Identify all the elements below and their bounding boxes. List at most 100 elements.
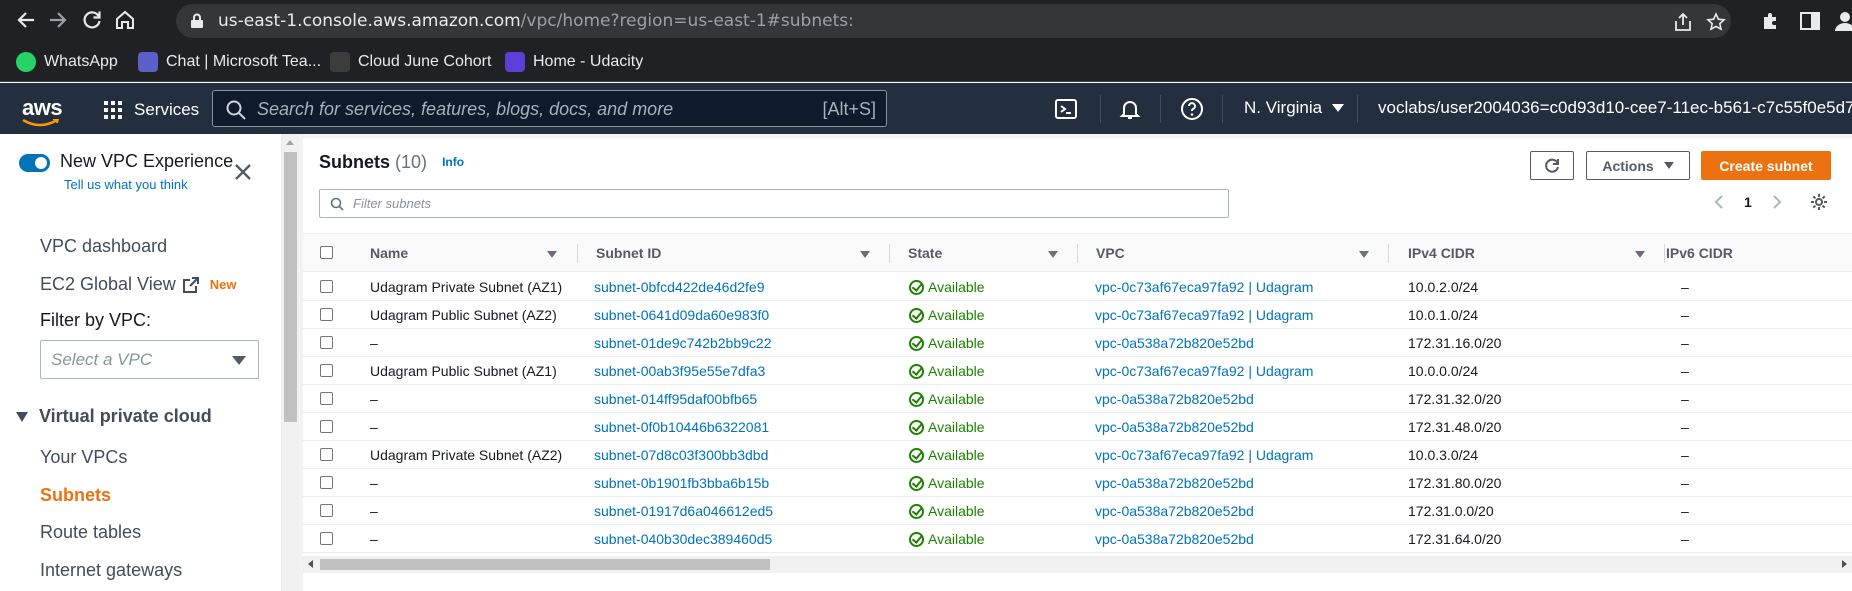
- cell-vpc-link[interactable]: vpc-0a538a72b820e52bd: [1095, 419, 1254, 435]
- cell-subnet-id-link[interactable]: subnet-01de9c742b2bb9c22: [594, 335, 772, 351]
- cell-subnet-id-link[interactable]: subnet-0bfcd422de46d2fe9: [594, 279, 764, 295]
- row-checkbox[interactable]: [320, 364, 333, 377]
- refresh-button[interactable]: [1530, 151, 1574, 180]
- column-header-ipv4-cidr[interactable]: IPv4 CIDR: [1408, 245, 1475, 261]
- home-icon[interactable]: [113, 9, 137, 33]
- column-separator[interactable]: [889, 244, 890, 263]
- table-row[interactable]: Udagram Public Subnet (AZ1) subnet-00ab3…: [303, 357, 1852, 385]
- cell-vpc-link[interactable]: vpc-0c73af67eca97fa92 | Udagram: [1095, 307, 1313, 323]
- table-row[interactable]: Udagram Private Subnet (AZ1) subnet-0bfc…: [303, 273, 1852, 301]
- table-row[interactable]: – subnet-01917d6a046612ed5 Available vpc…: [303, 497, 1852, 525]
- sort-caret-icon[interactable]: [1048, 251, 1058, 258]
- bookmark-whatsapp[interactable]: WhatsApp: [16, 51, 118, 73]
- table-horizontal-scrollbar[interactable]: [303, 556, 1852, 573]
- row-checkbox[interactable]: [320, 280, 333, 293]
- cell-vpc-link[interactable]: vpc-0c73af67eca97fa92 | Udagram: [1095, 363, 1313, 379]
- address-bar[interactable]: us-east-1.console.aws.amazon.com/vpc/hom…: [176, 4, 1731, 38]
- services-menu-button[interactable]: Services: [104, 98, 199, 122]
- scrollbar-thumb[interactable]: [284, 152, 297, 422]
- row-checkbox[interactable]: [320, 448, 333, 461]
- row-checkbox[interactable]: [320, 336, 333, 349]
- column-header-vpc[interactable]: VPC: [1096, 245, 1125, 261]
- sort-caret-icon[interactable]: [1359, 251, 1369, 258]
- row-checkbox[interactable]: [320, 308, 333, 321]
- actions-button[interactable]: Actions: [1586, 151, 1690, 180]
- cell-subnet-id-link[interactable]: subnet-014ff95daf00bfb65: [594, 391, 757, 407]
- sidebar-item-your-vpcs[interactable]: Your VPCs: [40, 447, 127, 468]
- cell-subnet-id-link[interactable]: subnet-0b1901fb3bba6b15b: [594, 475, 769, 491]
- scrollbar-thumb[interactable]: [320, 559, 770, 570]
- scroll-left-arrow-icon[interactable]: [308, 560, 313, 568]
- sort-caret-icon[interactable]: [1635, 251, 1645, 258]
- table-row[interactable]: – subnet-01de9c742b2bb9c22 Available vpc…: [303, 329, 1852, 357]
- select-all-checkbox[interactable]: [320, 246, 333, 259]
- new-experience-toggle[interactable]: [19, 154, 50, 172]
- cell-subnet-id-link[interactable]: subnet-01917d6a046612ed5: [594, 503, 773, 519]
- forward-arrow-icon[interactable]: [46, 9, 70, 33]
- prev-page-icon[interactable]: [1713, 194, 1725, 213]
- column-header-name[interactable]: Name: [370, 245, 408, 261]
- vpc-filter-select[interactable]: Select a VPC: [40, 340, 259, 379]
- share-icon[interactable]: [1673, 12, 1693, 32]
- create-subnet-button[interactable]: Create subnet: [1701, 151, 1831, 180]
- row-checkbox[interactable]: [320, 532, 333, 545]
- cell-subnet-id-link[interactable]: subnet-07d8c03f300bb3dbd: [594, 447, 768, 463]
- scroll-right-arrow-icon[interactable]: [1842, 560, 1847, 568]
- sidebar-item-ec2-global-view[interactable]: EC2 Global View New: [40, 274, 236, 295]
- sidebar-item-internet-gateways[interactable]: Internet gateways: [40, 560, 182, 581]
- sidebar-item-subnets[interactable]: Subnets: [40, 485, 111, 506]
- cell-vpc-link[interactable]: vpc-0a538a72b820e52bd: [1095, 475, 1254, 491]
- profile-avatar-icon[interactable]: [1834, 10, 1852, 32]
- table-row[interactable]: Udagram Public Subnet (AZ2) subnet-0641d…: [303, 301, 1852, 329]
- cell-vpc-link[interactable]: vpc-0a538a72b820e52bd: [1095, 531, 1254, 547]
- bookmark-teams[interactable]: Chat | Microsoft Tea...: [138, 51, 321, 73]
- cell-subnet-id-link[interactable]: subnet-0f0b10446b6322081: [594, 419, 769, 435]
- section-virtual-private-cloud[interactable]: Virtual private cloud: [16, 406, 212, 427]
- help-icon[interactable]: [1180, 97, 1204, 121]
- notifications-bell-icon[interactable]: [1118, 97, 1142, 121]
- cell-subnet-id-link[interactable]: subnet-00ab3f95e55e7dfa3: [594, 363, 765, 379]
- table-row[interactable]: – subnet-040b30dec389460d5 Available vpc…: [303, 525, 1852, 553]
- account-menu[interactable]: voclabs/user2004036=c0d93d10-cee7-11ec-b…: [1378, 98, 1852, 118]
- cell-vpc-link[interactable]: vpc-0a538a72b820e52bd: [1095, 391, 1254, 407]
- settings-gear-icon[interactable]: [1810, 193, 1828, 214]
- cell-vpc-link[interactable]: vpc-0a538a72b820e52bd: [1095, 335, 1254, 351]
- sidebar-scrollbar[interactable]: [282, 134, 299, 591]
- row-checkbox[interactable]: [320, 504, 333, 517]
- cell-vpc-link[interactable]: vpc-0c73af67eca97fa92 | Udagram: [1095, 447, 1313, 463]
- column-separator[interactable]: [1388, 244, 1389, 263]
- cell-subnet-id-link[interactable]: subnet-040b30dec389460d5: [594, 531, 772, 547]
- column-header-subnet-id[interactable]: Subnet ID: [596, 245, 661, 261]
- table-row[interactable]: Udagram Private Subnet (AZ2) subnet-07d8…: [303, 441, 1852, 469]
- scroll-up-arrow-icon[interactable]: [286, 140, 294, 145]
- next-page-icon[interactable]: [1771, 194, 1783, 213]
- aws-logo[interactable]: aws: [22, 95, 63, 121]
- cell-subnet-id-link[interactable]: subnet-0641d09da60e983f0: [594, 307, 769, 323]
- sidebar-item-vpc-dashboard[interactable]: VPC dashboard: [40, 236, 167, 257]
- side-panel-icon[interactable]: [1799, 10, 1821, 32]
- bookmark-cloud-june[interactable]: Cloud June Cohort: [330, 51, 491, 73]
- row-checkbox[interactable]: [320, 476, 333, 489]
- column-separator[interactable]: [1664, 244, 1665, 263]
- bookmark-udacity[interactable]: Home - Udacity: [505, 51, 643, 73]
- table-row[interactable]: – subnet-0f0b10446b6322081 Available vpc…: [303, 413, 1852, 441]
- page-number[interactable]: 1: [1744, 194, 1752, 210]
- column-separator[interactable]: [1077, 244, 1078, 263]
- bookmark-star-icon[interactable]: [1706, 12, 1726, 32]
- filter-subnets-input[interactable]: Filter subnets: [319, 189, 1229, 218]
- row-checkbox[interactable]: [320, 420, 333, 433]
- row-checkbox[interactable]: [320, 392, 333, 405]
- lock-icon[interactable]: [190, 13, 204, 34]
- table-row[interactable]: – subnet-0b1901fb3bba6b15b Available vpc…: [303, 469, 1852, 497]
- cell-vpc-link[interactable]: vpc-0c73af67eca97fa92 | Udagram: [1095, 279, 1313, 295]
- reload-icon[interactable]: [80, 9, 104, 33]
- sort-caret-icon[interactable]: [860, 251, 870, 258]
- extensions-puzzle-icon[interactable]: [1760, 10, 1782, 32]
- info-link[interactable]: Info: [442, 155, 464, 169]
- back-arrow-icon[interactable]: [14, 9, 38, 33]
- cell-vpc-link[interactable]: vpc-0a538a72b820e52bd: [1095, 503, 1254, 519]
- sort-caret-icon[interactable]: [547, 251, 557, 258]
- cloudshell-icon[interactable]: [1054, 97, 1078, 121]
- column-separator[interactable]: [577, 244, 578, 263]
- feedback-link[interactable]: Tell us what you think: [64, 177, 188, 192]
